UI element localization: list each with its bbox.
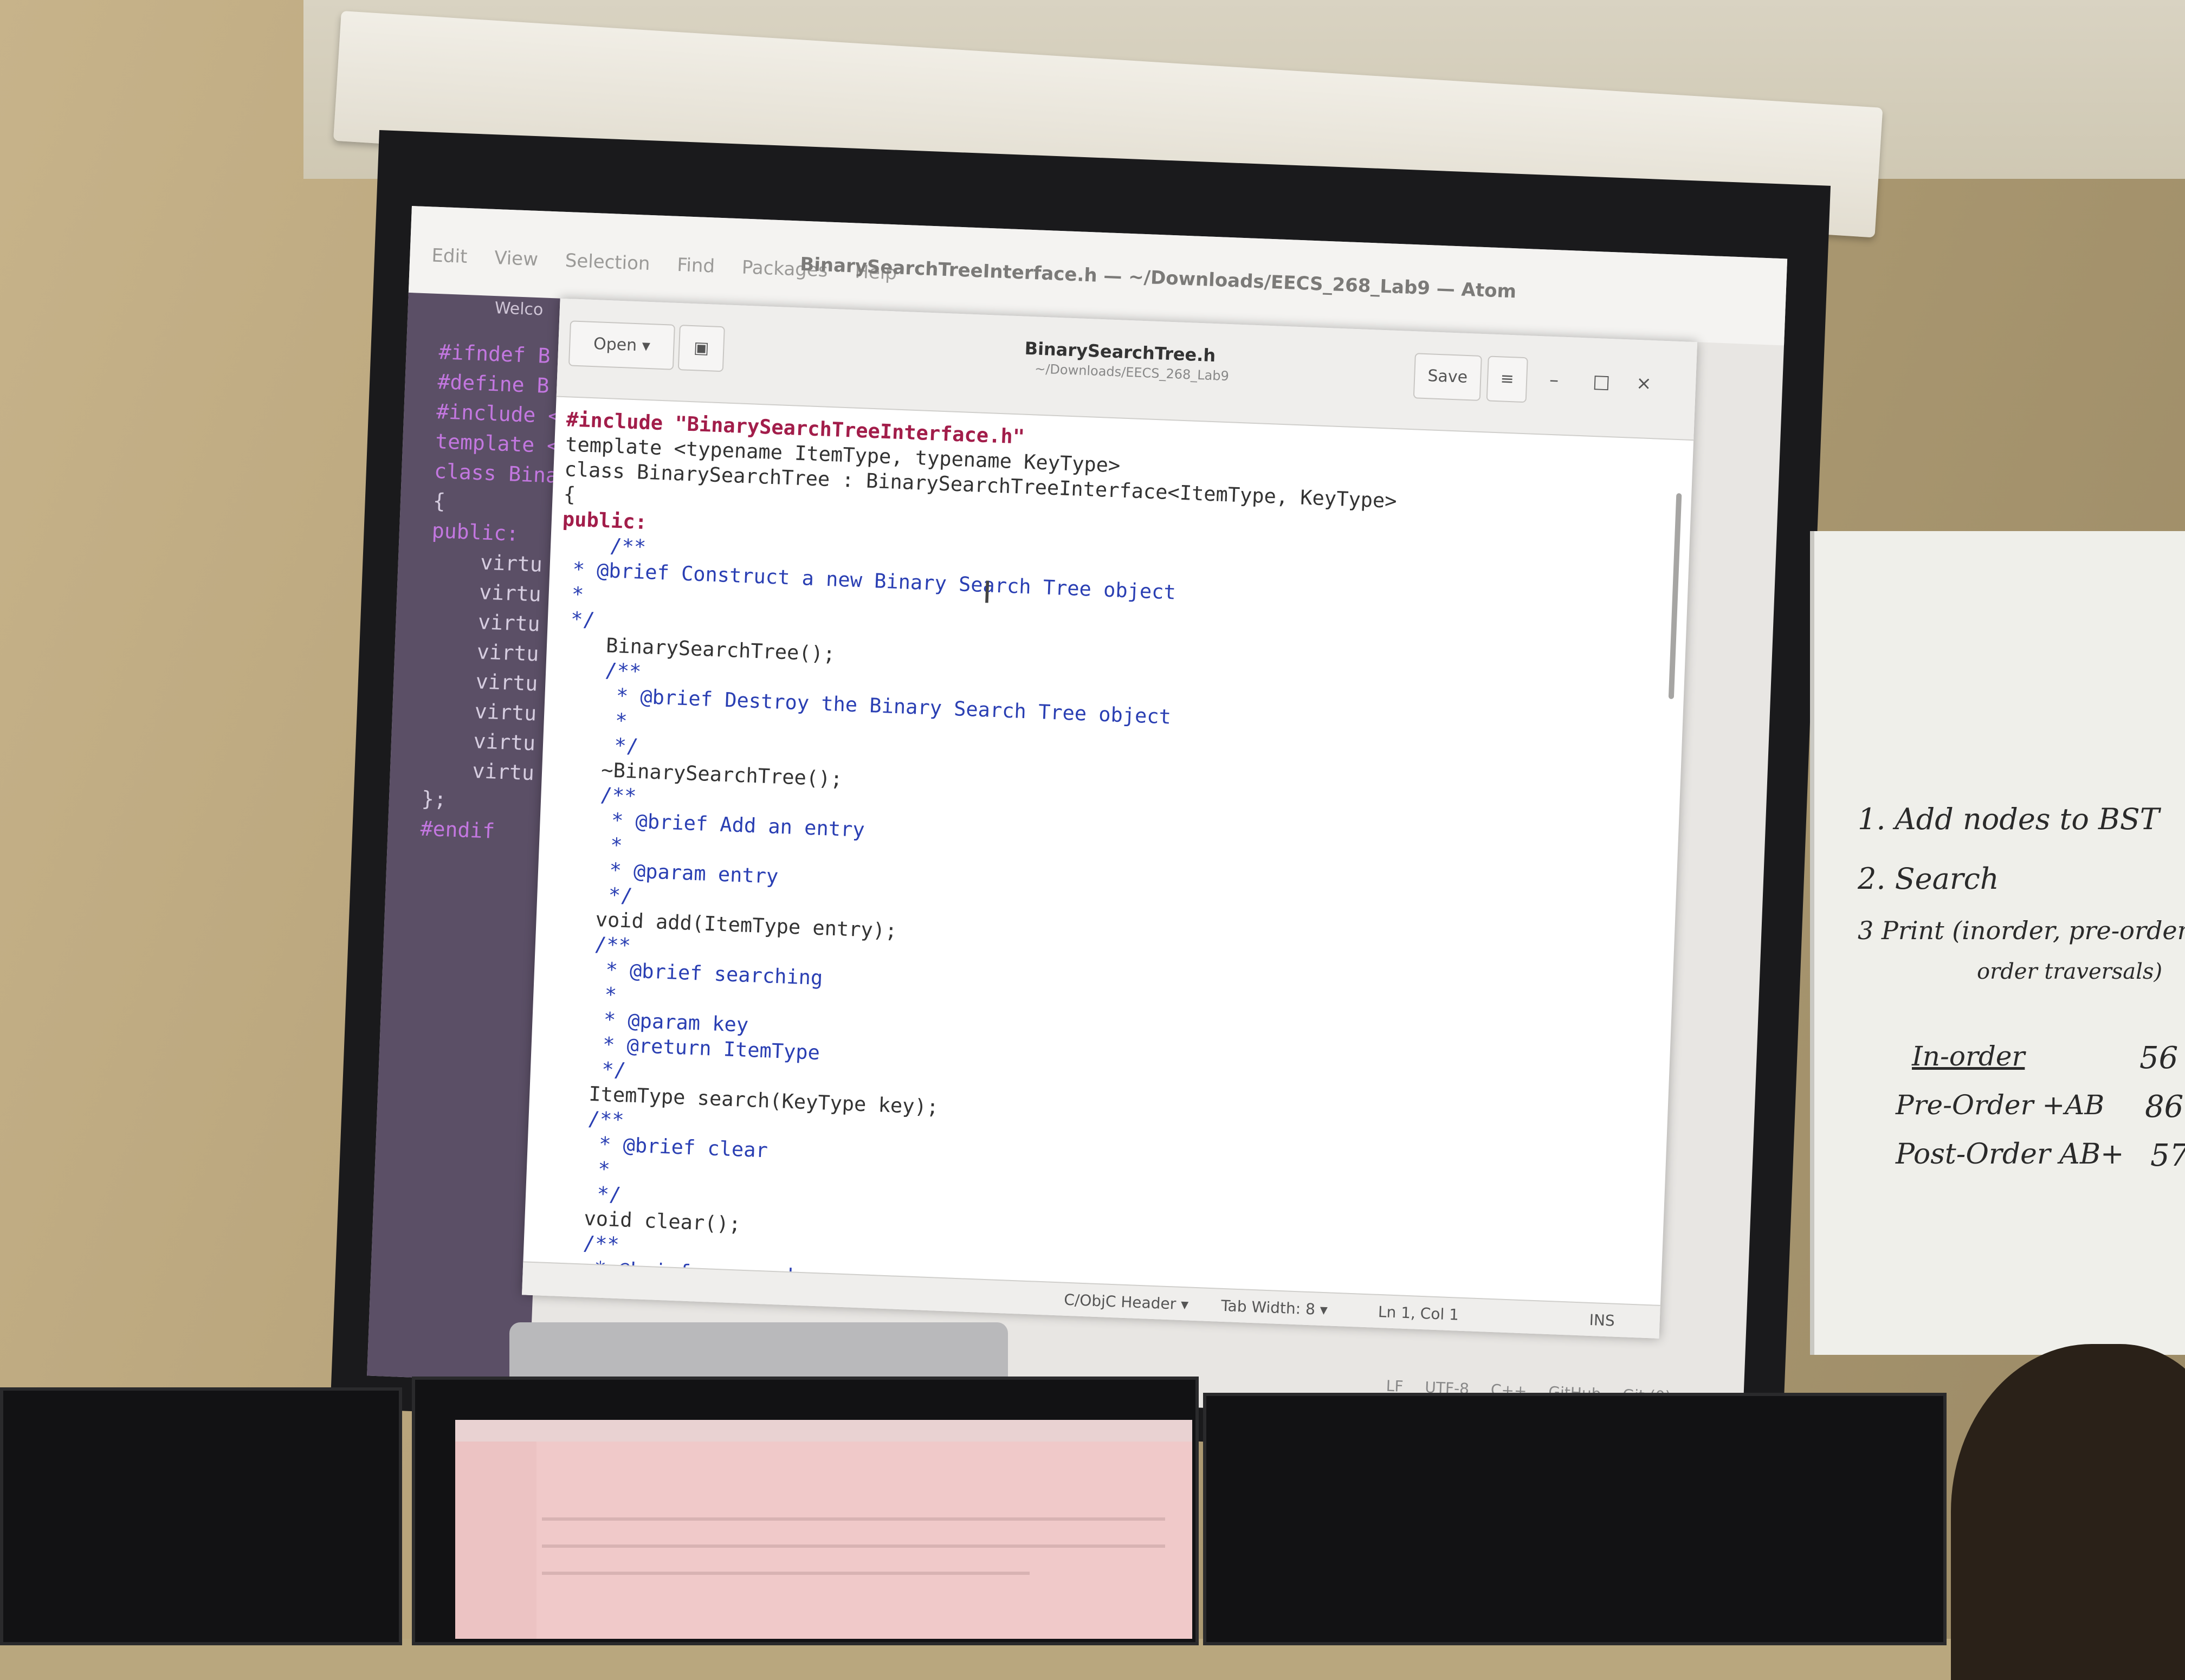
atom-code-line: #ifndef B [438,340,551,368]
atom-code-line: virtu [423,727,536,755]
projected-desktop: Edit View Selection Find Packages Help B… [367,206,1788,1429]
chevron-down-icon: ▾ [642,336,651,356]
code-editor[interactable]: #include "BinarySearchTreeInterface.h" te… [532,407,1399,1336]
language-selector[interactable]: C/ObjC Header ▾ [1064,1291,1189,1314]
atom-code-line: virtu [429,578,542,606]
minimize-icon[interactable]: – [1549,369,1559,391]
page-text-line [542,1545,1165,1548]
whiteboard-number: 57 [2150,1138,2185,1173]
whiteboard-line: In-order [1912,1041,2025,1072]
whiteboard-line: Pre-Order +AB [1896,1089,2105,1121]
atom-window-title: BinarySearchTreeInterface.h — ~/Download… [799,253,1517,303]
atom-tab-welcome[interactable]: Welco [494,299,544,319]
whiteboard-line: Post-Order AB+ [1896,1138,2124,1171]
browser-sidebar [455,1442,536,1639]
whiteboard-line: 1. Add nodes to BST [1858,802,2160,836]
atom-code-line: virtu [430,548,543,577]
desk-monitor-left [0,1387,402,1645]
whiteboard: 1. Add nodes to BST 2. Search 3 Print (i… [1810,531,2185,1355]
whiteboard-number: 86 [2145,1089,2184,1125]
atom-menu-edit[interactable]: Edit [431,244,468,267]
atom-code-line: #define B [437,370,550,398]
atom-code-line: #endif [420,816,495,843]
atom-menu-view[interactable]: View [494,247,539,270]
page-text-line [542,1517,1165,1521]
atom-code-line: virtu [424,697,537,726]
atom-code-line: #include < [436,399,561,428]
whiteboard-line: 2. Search [1858,862,1999,896]
atom-menu-selection[interactable]: Selection [565,250,650,275]
insert-mode-indicator: INS [1589,1310,1615,1330]
browser-toolbar [455,1420,1192,1442]
hamburger-menu-icon[interactable]: ≡ [1486,356,1528,403]
whiteboard-number: 56 [2139,1041,2178,1076]
desk-monitor-browser-screen [455,1420,1192,1639]
whiteboard-line: 3 Print (inorder, pre-order, post- [1858,916,2185,945]
atom-code-line: virtu [426,637,540,666]
new-document-button[interactable]: ▣ [677,325,725,372]
atom-code-line: { [432,488,446,513]
close-icon[interactable]: × [1635,372,1652,395]
text-cursor-icon: I [982,574,993,611]
atom-code-line: class Bina [434,458,559,488]
open-button-label: Open [593,334,637,356]
atom-code-line: template < [435,429,560,458]
atom-code-line: }; [421,786,447,812]
atom-menu-find[interactable]: Find [677,254,715,277]
save-button[interactable]: Save [1413,353,1482,401]
open-button[interactable]: Open ▾ [568,320,675,370]
atom-code-line: virtu [422,757,535,785]
atom-code-line: virtu [425,667,539,696]
page-text-line [542,1572,1030,1575]
vertical-scrollbar[interactable] [1668,493,1682,700]
gedit-window: Open ▾ ▣ BinarySearchTree.h ~/Downloads/… [522,298,1698,1339]
atom-code-line: public: [431,518,519,546]
desk-monitor-right [1203,1393,1947,1645]
tab-width-selector[interactable]: Tab Width: 8 ▾ [1221,1297,1328,1319]
atom-code-line: virtu [428,608,541,636]
maximize-icon[interactable]: □ [1592,371,1611,393]
whiteboard-line: order traversals) [1977,959,2163,984]
cursor-position[interactable]: Ln 1, Col 1 [1378,1303,1459,1324]
document-icon: ▣ [693,338,710,358]
